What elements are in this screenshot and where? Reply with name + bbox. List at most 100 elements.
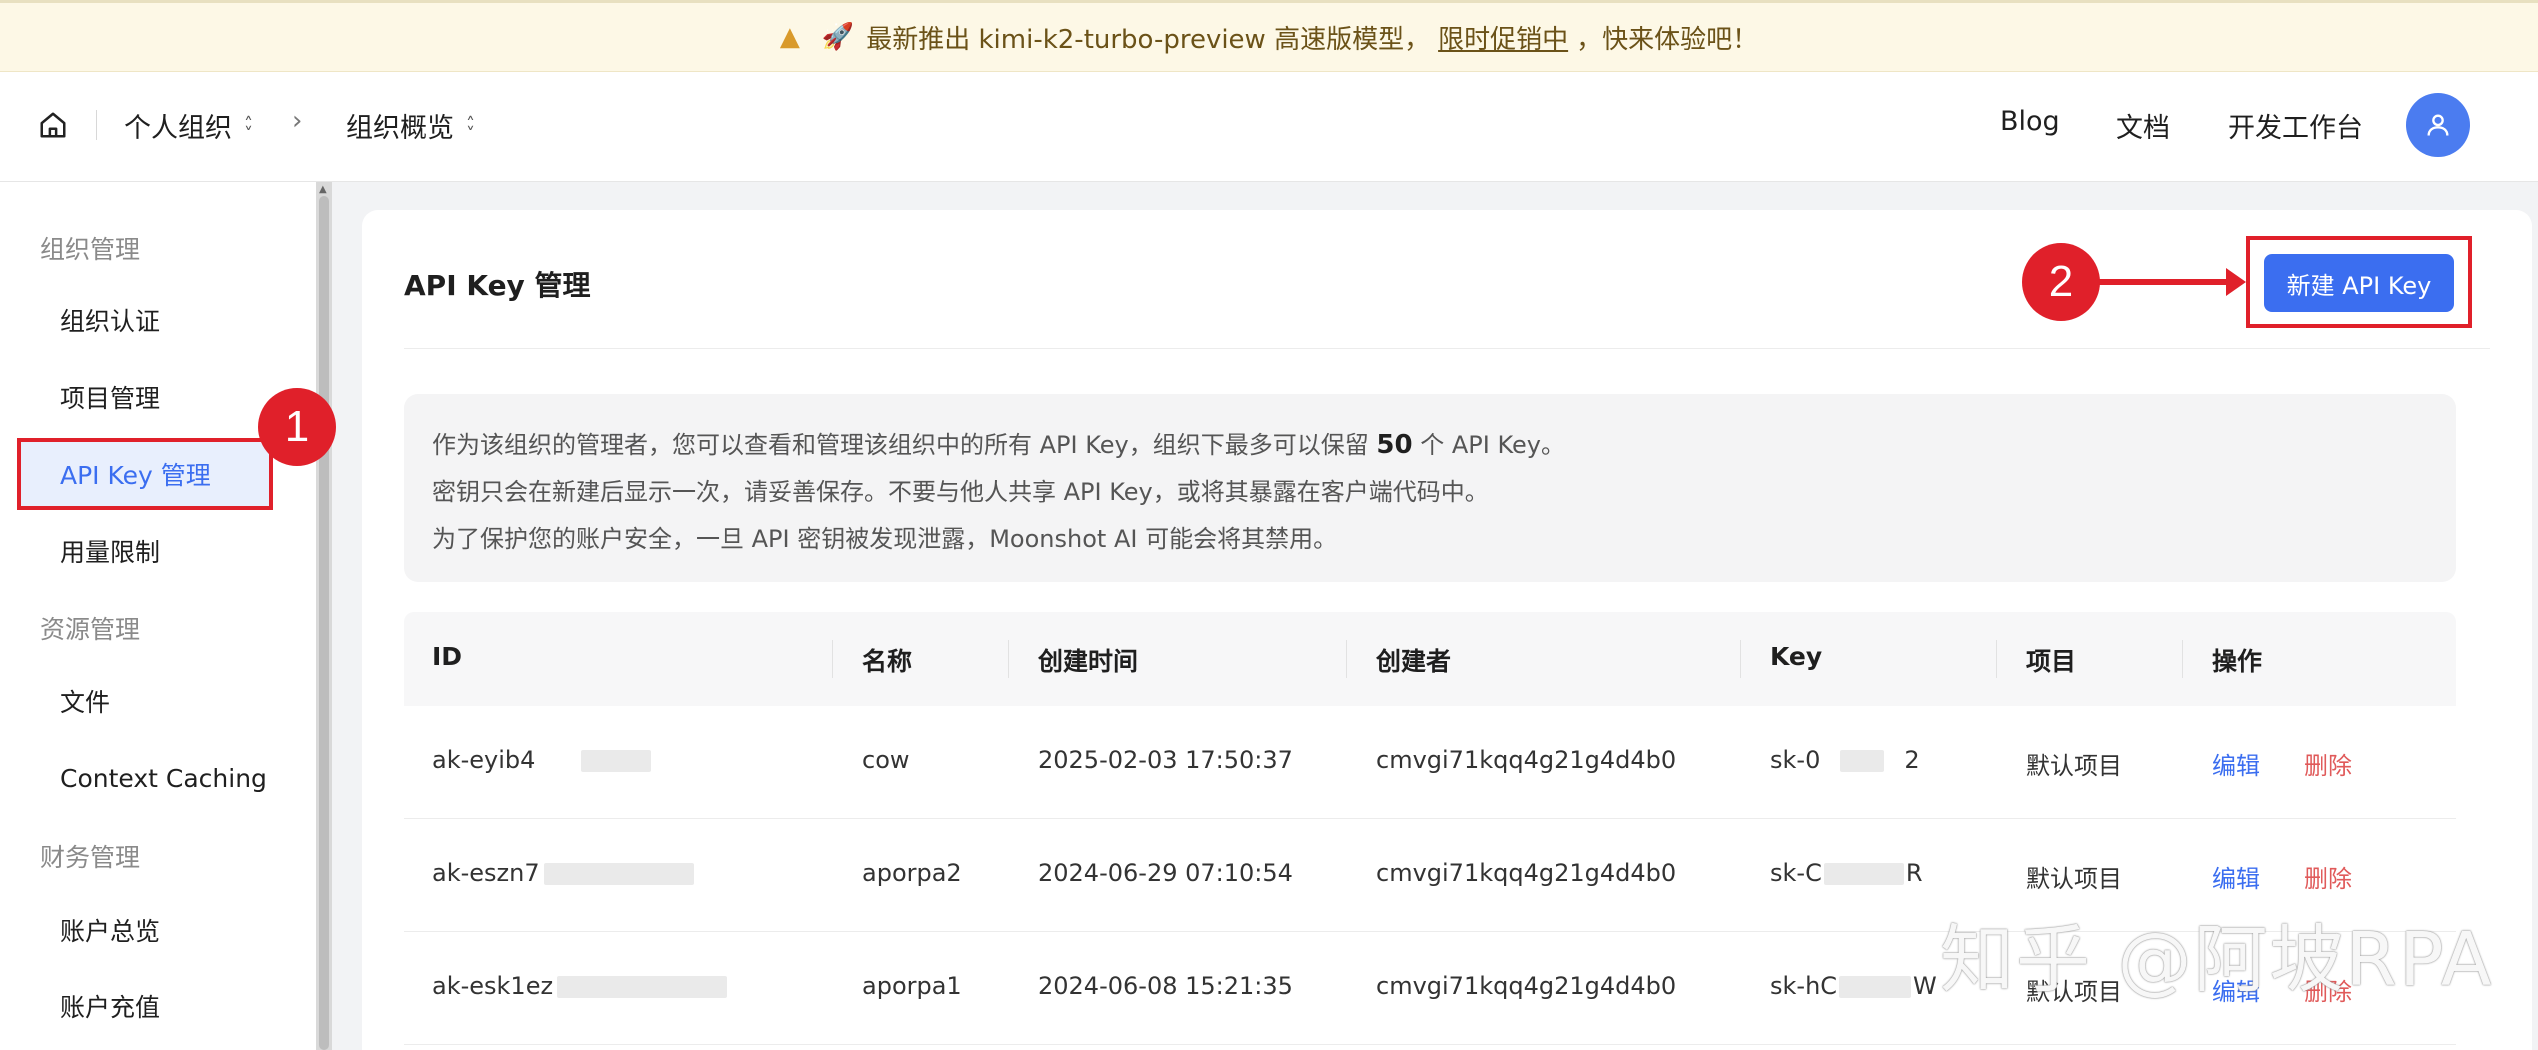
annotation-marker-1: 1 bbox=[258, 388, 336, 466]
cell-id: ak-esk1ez bbox=[432, 972, 728, 1000]
edit-link[interactable]: 编辑 bbox=[2212, 746, 2260, 781]
sidebar-item-label: 项目管理 bbox=[60, 384, 161, 413]
col-name: 名称 bbox=[862, 647, 913, 676]
col-actions: 操作 bbox=[2212, 647, 2263, 676]
key-prefix: sk-0 bbox=[1770, 746, 1821, 774]
sidebar-item-label: Context Caching bbox=[60, 763, 267, 793]
cell-key: sk-hC W bbox=[1770, 972, 1937, 1000]
col-id: ID bbox=[432, 642, 463, 671]
edit-link[interactable]: 编辑 bbox=[2212, 859, 2260, 894]
col-key: Key bbox=[1770, 642, 1823, 671]
id-text: ak-esk1ez bbox=[432, 972, 554, 1000]
sidebar-item-account-overview[interactable]: 账户总览 bbox=[20, 897, 272, 963]
annotation-box-1 bbox=[17, 438, 273, 510]
home-icon[interactable] bbox=[38, 110, 68, 140]
avatar[interactable] bbox=[2406, 93, 2470, 157]
banner-text-end: ，快来体验吧！ bbox=[1576, 24, 1759, 55]
chevron-right-icon: › bbox=[292, 106, 303, 136]
sidebar-item-label: 文件 bbox=[60, 688, 111, 717]
key-suffix: R bbox=[1905, 859, 1923, 887]
sidebar-group-finance: 财务管理 bbox=[40, 843, 141, 872]
sidebar-item-org-verify[interactable]: 组织认证 bbox=[20, 287, 272, 353]
nav-link-blog[interactable]: Blog bbox=[2000, 106, 2060, 137]
user-icon bbox=[2427, 114, 2449, 136]
top-navigation: 个人组织 ˄ ˅ › 组织概览 ˄ ˅ Blog 文档 开发工作台 bbox=[0, 72, 2538, 182]
col-created: 创建时间 bbox=[1038, 647, 1139, 676]
cell-created: 2024-06-29 07:10:54 bbox=[1038, 859, 1293, 887]
updown-chevron-icon: ˄ ˅ bbox=[466, 113, 475, 145]
watermark: 知乎 @阿坡RPA bbox=[1940, 917, 2494, 1003]
id-text: ak-eszn7 bbox=[432, 859, 540, 887]
sidebar-group-org: 组织管理 bbox=[40, 235, 141, 264]
sidebar-item-projects[interactable]: 项目管理 bbox=[20, 364, 272, 430]
cell-id: ak-eyib4 bbox=[432, 746, 652, 774]
key-suffix: 2 bbox=[1904, 746, 1920, 774]
column-divider bbox=[832, 640, 833, 678]
sidebar-item-context-caching[interactable]: Context Caching bbox=[20, 745, 272, 811]
annotation-arrow bbox=[2098, 279, 2236, 285]
redaction-mask bbox=[1840, 750, 1885, 772]
sidebar-item-label: 用量限制 bbox=[60, 538, 161, 567]
cell-name: aporpa2 bbox=[862, 859, 962, 887]
page-selector[interactable]: 组织概览 ˄ ˅ bbox=[346, 106, 475, 145]
sidebar-item-label: 账户充值 bbox=[60, 993, 161, 1022]
sidebar-item-label: 账户总览 bbox=[60, 917, 161, 946]
promo-link[interactable]: 限时促销中 bbox=[1438, 19, 1568, 56]
sidebar-item-recharge[interactable]: 账户充值 bbox=[20, 973, 272, 1039]
sidebar-item-files[interactable]: 文件 bbox=[20, 668, 272, 734]
redaction-mask bbox=[1839, 976, 1912, 998]
scroll-up-icon[interactable]: ▲ bbox=[319, 184, 327, 195]
cell-id: ak-eszn7 bbox=[432, 859, 694, 887]
app-root: ▲ 🚀 最新推出 kimi-k2-turbo-preview 高速版模型， 限时… bbox=[0, 0, 2538, 1050]
key-suffix: W bbox=[1913, 972, 1937, 1000]
updown-chevron-icon: ˄ ˅ bbox=[244, 113, 253, 145]
sidebar-item-usage-limits[interactable]: 用量限制 bbox=[20, 518, 272, 584]
info-box: 作为该组织的管理者，您可以查看和管理该组织中的所有 API Key，组织下最多可… bbox=[404, 394, 2456, 582]
nav-link-console[interactable]: 开发工作台 bbox=[2228, 106, 2363, 145]
redaction-mask bbox=[557, 976, 728, 998]
key-limit: 50 bbox=[1376, 430, 1413, 460]
cell-key: sk-0 2 bbox=[1770, 746, 1920, 774]
cell-creator: cmvgi71kqq4g21g4d4b0 bbox=[1376, 746, 1677, 774]
nav-link-docs[interactable]: 文档 bbox=[2116, 106, 2170, 145]
nav-separator bbox=[96, 110, 97, 140]
redaction-mask bbox=[1823, 863, 1904, 885]
sidebar-item-label: 组织认证 bbox=[60, 307, 161, 336]
redaction-mask bbox=[543, 863, 694, 885]
org-selector[interactable]: 个人组织 ˄ ˅ bbox=[124, 106, 253, 145]
rocket-icon: 🚀 bbox=[821, 22, 855, 52]
page-title: API Key 管理 bbox=[404, 269, 591, 302]
key-prefix: sk-hC bbox=[1770, 972, 1838, 1000]
warning-icon: ▲ bbox=[779, 22, 800, 52]
table-header: ID 名称 创建时间 创建者 Key 项目 操作 bbox=[404, 612, 2456, 706]
delete-link[interactable]: 删除 bbox=[2304, 859, 2352, 894]
delete-link[interactable]: 删除 bbox=[2304, 746, 2352, 781]
annotation-marker-2: 2 bbox=[2022, 243, 2100, 321]
column-divider bbox=[2182, 640, 2183, 678]
cell-created: 2025-02-03 17:50:37 bbox=[1038, 746, 1293, 774]
cell-creator: cmvgi71kqq4g21g4d4b0 bbox=[1376, 859, 1677, 887]
key-prefix: sk-C bbox=[1770, 859, 1822, 887]
cell-key: sk-C R bbox=[1770, 859, 1923, 887]
scrollbar-thumb[interactable] bbox=[319, 196, 329, 1050]
cell-project: 默认项目 bbox=[2026, 865, 2122, 893]
cell-name: aporpa1 bbox=[862, 972, 962, 1000]
sidebar: 组织管理 组织认证 项目管理 API Key 管理 用量限制 资源管理 文件 C… bbox=[0, 182, 316, 1050]
info-line-3: 为了保护您的账户安全，一旦 API 密钥被发现泄露，Moonshot AI 可能… bbox=[432, 525, 1338, 553]
cell-created: 2024-06-08 15:21:35 bbox=[1038, 972, 1293, 1000]
column-divider bbox=[1346, 640, 1347, 678]
id-text: ak-eyib4 bbox=[432, 746, 536, 774]
column-divider bbox=[1740, 640, 1741, 678]
arrow-head-icon bbox=[2226, 268, 2246, 296]
cell-project: 默认项目 bbox=[2026, 752, 2122, 780]
info-line-2: 密钥只会在新建后显示一次，请妥善保存。不要与他人共享 API Key，或将其暴露… bbox=[432, 478, 1489, 506]
info-line-1: 作为该组织的管理者，您可以查看和管理该组织中的所有 API Key，组织下最多可… bbox=[432, 422, 2428, 469]
sidebar-scrollbar[interactable]: ▲ bbox=[316, 182, 332, 1050]
column-divider bbox=[1008, 640, 1009, 678]
redaction-mask bbox=[581, 750, 652, 772]
annotation-box-2 bbox=[2246, 236, 2472, 328]
col-creator: 创建者 bbox=[1376, 647, 1452, 676]
sidebar-group-resources: 资源管理 bbox=[40, 615, 141, 644]
column-divider bbox=[1996, 640, 1997, 678]
info-text: 作为该组织的管理者，您可以查看和管理该组织中的所有 API Key，组织下最多可… bbox=[432, 431, 1369, 459]
